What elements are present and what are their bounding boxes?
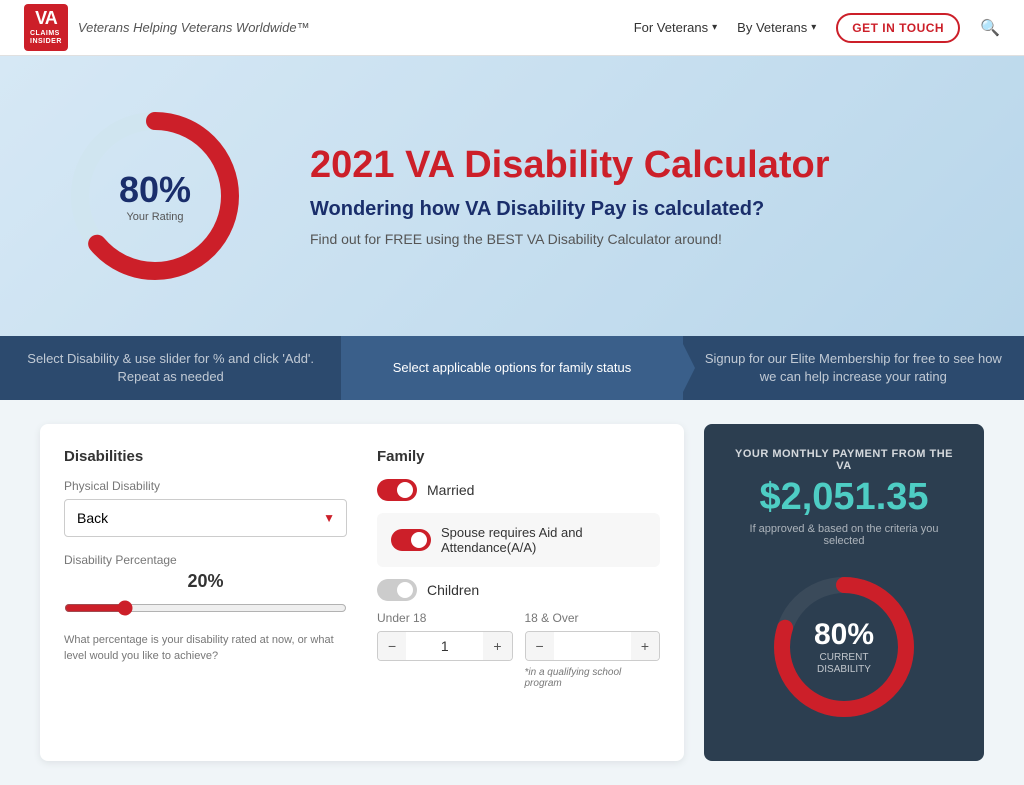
disability-select-wrapper: Back Knee Shoulder Hip Neck ▼ bbox=[64, 499, 347, 537]
donut-percent: 80% bbox=[119, 169, 191, 211]
get-in-touch-button[interactable]: GET IN TOUCH bbox=[836, 13, 960, 43]
steps-bar: Select Disability & use slider for % and… bbox=[0, 336, 1024, 400]
over18-stepper: − + bbox=[525, 631, 661, 661]
over18-decrement-button[interactable]: − bbox=[526, 632, 554, 660]
family-section: Family Married Spouse requires Aid and A… bbox=[377, 448, 660, 737]
disability-slider[interactable] bbox=[64, 600, 347, 616]
donut-rating-label: Your Rating bbox=[119, 211, 191, 223]
disability-select[interactable]: Back Knee Shoulder Hip Neck bbox=[64, 499, 347, 537]
over18-header: 18 & Over bbox=[525, 611, 661, 625]
married-toggle-track[interactable] bbox=[377, 479, 417, 501]
children-row: Children bbox=[377, 579, 660, 601]
percentage-value: 20% bbox=[64, 571, 347, 592]
slider-help-text: What percentage is your disability rated… bbox=[64, 633, 347, 664]
result-amount: $2,051.35 bbox=[759, 476, 928, 519]
navbar: VA CLAIMSINSIDER Veterans Helping Vetera… bbox=[0, 0, 1024, 56]
nav-by-veterans[interactable]: By Veterans ▾ bbox=[737, 20, 816, 35]
children-toggle[interactable] bbox=[377, 579, 417, 601]
step-3[interactable]: Signup for our Elite Membership for free… bbox=[683, 336, 1024, 400]
main-content: Disabilities Physical Disability Back Kn… bbox=[0, 400, 1024, 785]
calculator-card: Disabilities Physical Disability Back Kn… bbox=[40, 424, 684, 761]
children-section: Under 18 − 1 + 18 & Over − + bbox=[377, 611, 660, 689]
under18-value: 1 bbox=[406, 634, 483, 658]
disabilities-section: Disabilities Physical Disability Back Kn… bbox=[64, 448, 347, 737]
result-card: YOUR MONTHLY PAYMENT FROM THE VA $2,051.… bbox=[704, 424, 984, 761]
result-donut-label: CURRENT DISABILITY bbox=[804, 652, 884, 676]
hero-subtitle: Wondering how VA Disability Pay is calcu… bbox=[310, 198, 964, 221]
over18-increment-button[interactable]: + bbox=[631, 632, 659, 660]
hero-section: 80% Your Rating 2021 VA Disability Calcu… bbox=[0, 56, 1024, 336]
married-label: Married bbox=[427, 482, 474, 498]
married-row: Married bbox=[377, 479, 660, 501]
logo-badge: VA CLAIMSINSIDER bbox=[24, 4, 68, 50]
children-cols: Under 18 − 1 + 18 & Over − + bbox=[377, 611, 660, 689]
under18-header: Under 18 bbox=[377, 611, 513, 625]
hero-title: 2021 VA Disability Calculator bbox=[310, 145, 964, 187]
spouse-aid-toggle-track[interactable] bbox=[391, 529, 431, 551]
chevron-down-icon: ▾ bbox=[712, 22, 717, 33]
step-1[interactable]: Select Disability & use slider for % and… bbox=[0, 336, 341, 400]
slider-wrapper bbox=[64, 600, 347, 621]
nav-for-veterans[interactable]: For Veterans ▾ bbox=[634, 20, 717, 35]
children-toggle-track[interactable] bbox=[377, 579, 417, 601]
family-title: Family bbox=[377, 448, 660, 465]
result-donut-percent: 80% bbox=[804, 618, 884, 652]
logo-badge-label: CLAIMSINSIDER bbox=[30, 30, 62, 47]
tagline: Veterans Helping Veterans Worldwide™ bbox=[78, 20, 310, 35]
step-1-text: Select Disability & use slider for % and… bbox=[20, 350, 321, 386]
over18-col: 18 & Over − + *in a qualifying school pr… bbox=[525, 611, 661, 689]
chevron-down-icon: ▾ bbox=[811, 22, 816, 33]
logo-va-text: VA bbox=[35, 8, 57, 30]
step-2-text: Select applicable options for family sta… bbox=[393, 359, 631, 377]
result-donut-center: 80% CURRENT DISABILITY bbox=[804, 618, 884, 676]
step-arrow bbox=[683, 344, 695, 392]
spouse-aid-label: Spouse requires Aid and Attendance(A/A) bbox=[441, 525, 646, 555]
physical-disability-label: Physical Disability bbox=[64, 479, 347, 493]
percentage-label: Disability Percentage bbox=[64, 553, 347, 567]
nav-links: For Veterans ▾ By Veterans ▾ GET IN TOUC… bbox=[634, 13, 1000, 43]
under18-col: Under 18 − 1 + bbox=[377, 611, 513, 689]
search-icon[interactable]: 🔍 bbox=[980, 18, 1000, 38]
married-toggle[interactable] bbox=[377, 479, 417, 501]
donut-center: 80% Your Rating bbox=[119, 169, 191, 223]
children-label: Children bbox=[427, 582, 479, 598]
step-2[interactable]: Select applicable options for family sta… bbox=[341, 336, 682, 400]
hero-donut: 80% Your Rating bbox=[60, 101, 250, 291]
hero-text: 2021 VA Disability Calculator Wondering … bbox=[310, 145, 964, 248]
under18-stepper: − 1 + bbox=[377, 631, 513, 661]
spouse-aid-toggle[interactable] bbox=[391, 529, 431, 551]
school-note: *in a qualifying school program bbox=[525, 667, 661, 689]
spouse-aid-box: Spouse requires Aid and Attendance(A/A) bbox=[377, 513, 660, 567]
result-note: If approved & based on the criteria you … bbox=[728, 523, 960, 547]
under18-increment-button[interactable]: + bbox=[483, 632, 511, 660]
under18-decrement-button[interactable]: − bbox=[378, 632, 406, 660]
disabilities-title: Disabilities bbox=[64, 448, 347, 465]
logo-area: VA CLAIMSINSIDER Veterans Helping Vetera… bbox=[24, 4, 310, 50]
result-card-title: YOUR MONTHLY PAYMENT FROM THE VA bbox=[728, 448, 960, 472]
over18-value bbox=[554, 642, 631, 650]
step-3-text: Signup for our Elite Membership for free… bbox=[703, 350, 1004, 386]
result-donut: 80% CURRENT DISABILITY bbox=[764, 567, 924, 727]
hero-description: Find out for FREE using the BEST VA Disa… bbox=[310, 231, 964, 247]
